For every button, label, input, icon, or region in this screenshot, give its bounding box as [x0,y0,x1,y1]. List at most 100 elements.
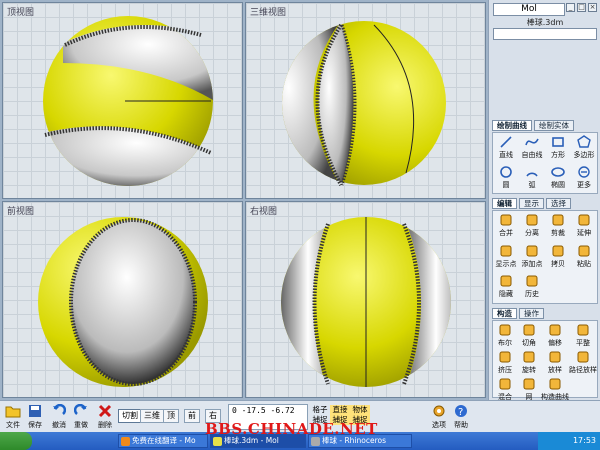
tool-label: 自由线 [521,151,543,159]
paste-icon [577,244,591,258]
tool-label: 平整 [576,339,590,347]
taskbar-item[interactable]: 棒球.3dm - Mol [210,434,306,448]
copy-icon [551,244,565,258]
redo-button[interactable]: 重做 [70,403,92,430]
arc-icon [525,165,539,179]
construct-tool[interactable]: 路径放样 [569,348,597,375]
straight-snap-toggle[interactable]: 直接 捕捉 [330,405,350,425]
tool-label: 路径放样 [569,366,597,374]
edit-tool[interactable]: 历史 [519,272,545,303]
edit-tool[interactable]: 添加点 [519,242,545,273]
edit-tool[interactable]: 隐藏 [493,272,519,303]
curve-tool[interactable]: 方形 [545,133,571,163]
tool-label: 显示点 [495,259,517,268]
save-button[interactable]: 保存 [24,403,46,430]
baseball-front-model [38,217,208,387]
options-button[interactable]: 选项 [428,403,450,430]
tool-label: 分离 [525,229,539,237]
start-button[interactable] [0,432,32,450]
delete-button[interactable]: 删除 [94,403,116,430]
construct-tool[interactable]: 平整 [569,321,597,348]
tool-label: 剪裁 [551,229,565,237]
system-tray-clock: 17:53 [538,432,600,450]
taskbar-item[interactable]: 棒球 - Rhinoceros [308,434,412,448]
tab-edit[interactable]: 编辑 [492,198,517,209]
viewport-front[interactable]: 前视图 [2,201,243,398]
viewport-3d[interactable]: 三维视图 [245,2,486,199]
edit-tool[interactable]: 延伸 [571,211,597,242]
construct-tool[interactable]: 放样 [541,348,569,375]
edit-tool[interactable]: 显示点 [493,242,519,273]
file-name: 棒球.3dm [526,18,564,27]
offset-icon [548,323,562,337]
save-icon [27,403,43,419]
mol-icon [213,437,222,446]
grid-snap-toggle[interactable]: 格子 捕捉 [310,405,330,425]
viewport-top[interactable]: 顶视图 [2,2,243,199]
construct-tool[interactable]: 切角 [517,321,541,348]
construct-tool[interactable]: 构造曲线 [541,375,569,402]
minimize-icon[interactable]: _ [566,3,575,12]
tab-select[interactable]: 选择 [546,198,571,209]
undo-button[interactable]: 撤消 [48,403,70,430]
more-icon [577,165,591,179]
construct-tabs: 构造 操作 [492,308,544,319]
tab-draw-solid[interactable]: 绘制实体 [534,120,574,131]
construct-tool[interactable]: 网 [517,375,541,402]
curve-tool[interactable]: 直线 [493,133,519,163]
construct-tool[interactable]: 旋转 [517,348,541,375]
construct-tool[interactable]: 挤压 [493,348,517,375]
edit-tool[interactable]: 粘贴 [571,242,597,273]
tab-display[interactable]: 显示 [519,198,544,209]
construct-tool[interactable]: 偏移 [541,321,569,348]
hide-icon [499,274,513,288]
viewport-title: 三维视图 [250,8,287,18]
curve-tool[interactable]: 弧 [519,163,545,193]
curve-tool[interactable]: 椭圆 [545,163,571,193]
polygon-icon [577,135,591,149]
taskbar-item[interactable]: 免费在线翻译 - Mo [118,434,208,448]
edit-tool[interactable]: 拷贝 [545,242,571,273]
curve-tabs: 绘制曲线 绘制实体 [492,120,574,131]
edit-tool[interactable]: 合并 [493,211,519,242]
object-snap-toggle[interactable]: 物体 捕捉 [350,405,370,425]
tool-label: 旋转 [522,366,536,374]
tool-label: 挤压 [498,366,512,374]
curve-tool[interactable]: 圆 [493,163,519,193]
network-icon [522,377,536,391]
tool-label: 弧 [528,181,536,189]
tool-label: 偏移 [548,339,562,347]
edit-tools: 合并 分离 剪裁 延伸显示点 添加点 拷贝 粘贴隐藏 历史 [492,210,598,304]
view-button-front[interactable]: 前 [184,409,200,423]
viewport-area: 顶视图 三维视图 前视图 右视图 [0,0,488,400]
view-button-top[interactable]: 顶 [163,409,179,423]
tab-draw-curve[interactable]: 绘制曲线 [492,120,532,131]
view-button-right[interactable]: 右 [205,409,221,423]
tool-label: 粘贴 [577,259,591,268]
loft-icon [548,350,562,364]
coordinate-readout: 0 -17.5 -6.72 [228,404,308,430]
viewport-right[interactable]: 右视图 [245,201,486,398]
freeform-icon [525,135,539,149]
tab-transform[interactable]: 操作 [519,308,544,319]
construct-tool[interactable]: 混合 [493,375,517,402]
view-button-cut[interactable]: 切割 [118,409,142,423]
construct-tool[interactable]: 布尔 [493,321,517,348]
maximize-icon[interactable]: □ [577,3,586,12]
curve-tool[interactable]: 自由线 [519,133,545,163]
tab-construct[interactable]: 构造 [492,308,517,319]
close-icon[interactable]: × [588,3,597,12]
view-button-3d[interactable]: 三维 [140,409,164,423]
edit-tool[interactable]: 分离 [519,211,545,242]
baseball-3d-model [282,21,446,186]
edit-tool[interactable]: 剪裁 [545,211,571,242]
window-controls: _ □ × [566,3,597,12]
construct-curve-icon [548,377,562,391]
tool-label: 椭圆 [551,181,565,189]
help-button[interactable]: ? 帮助 [450,403,472,430]
help-icon: ? [453,403,469,419]
history-icon [525,274,539,288]
curve-tool[interactable]: 更多 [571,163,597,193]
file-button[interactable]: 文件 [2,403,24,430]
curve-tool[interactable]: 多边形 [571,133,597,163]
